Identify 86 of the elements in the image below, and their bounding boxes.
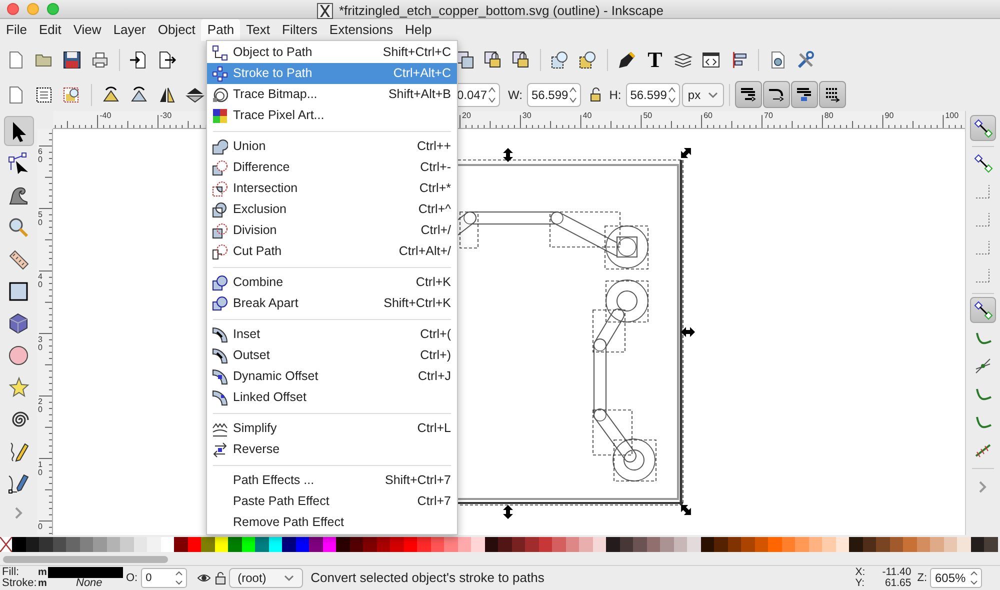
menu-item[interactable]: View: [67, 19, 108, 41]
fill-label: Fill:: [2, 567, 20, 578]
menu-item[interactable]: Linked Offset: [207, 387, 457, 408]
shortcut-text: Ctrl+-: [420, 159, 451, 176]
shortcut-text: Ctrl+L: [417, 420, 451, 438]
ruler-label: 50: [38, 210, 44, 226]
ruler-label: 40: [38, 273, 44, 289]
menu-item[interactable]: Outset Ctrl+): [207, 345, 457, 366]
menu-item[interactable]: Inset Ctrl+(: [207, 324, 457, 345]
menu-item[interactable]: Text: [240, 19, 276, 41]
menu-item[interactable]: Simplify Ctrl+L: [207, 418, 457, 439]
menu-item[interactable]: Difference Ctrl+-: [207, 157, 457, 178]
shortcut-text: Shift+Ctrl+C: [382, 44, 451, 62]
menu-item[interactable]: Path: [201, 19, 240, 41]
w-label: W:: [508, 86, 522, 104]
h-label: H:: [609, 86, 622, 104]
shortcut-text: Ctrl++: [416, 138, 451, 156]
ruler-label: 0: [38, 523, 44, 531]
ruler-label: 80: [824, 111, 834, 121]
ruler-label: 20: [462, 111, 471, 121]
ruler-label: 40: [582, 111, 592, 121]
shortcut-text: Ctrl+): [420, 347, 451, 364]
menu-item[interactable]: Paste Path Effect Ctrl+7: [207, 491, 457, 512]
shortcut-text: Ctrl+Alt+/: [398, 243, 451, 260]
shortcut-text: Ctrl+J: [418, 368, 451, 386]
shortcut-text: Ctrl+K: [416, 274, 451, 292]
shortcut-text: Ctrl+7: [417, 493, 451, 510]
shortcut-text: Ctrl+/: [420, 222, 451, 240]
menu-item[interactable]: Object to Path Shift+Ctrl+C: [207, 42, 457, 63]
shortcut-text: Ctrl+*: [419, 180, 451, 198]
menu-item[interactable]: Break Apart Shift+Ctrl+K: [207, 293, 457, 314]
status-message: Convert selected object's stroke to paths: [310, 569, 544, 588]
opacity-field[interactable]: 0: [140, 568, 187, 588]
ruler-label: 10: [38, 460, 44, 476]
fill-mark: m: [38, 567, 48, 578]
ruler-label: 70: [764, 111, 773, 121]
menu-item[interactable]: Cut Path Ctrl+Alt+/: [207, 241, 457, 262]
zoom-field[interactable]: 605%: [930, 568, 982, 588]
shortcut-text: Shift+Alt+B: [388, 86, 451, 104]
zoom-label: Z:: [917, 570, 927, 586]
menu-item[interactable]: Help: [399, 19, 438, 41]
menu-item[interactable]: File: [0, 19, 33, 41]
menu-item[interactable]: Remove Path Effect: [207, 512, 457, 533]
layer-dropdown[interactable]: (root): [228, 568, 303, 588]
ruler-label: 90: [884, 111, 894, 121]
ruler-label: 50: [643, 111, 652, 121]
y-coordinate: 61.65: [884, 578, 912, 589]
menu-item[interactable]: Extensions: [323, 19, 399, 41]
menu-item[interactable]: Dynamic Offset Ctrl+J: [207, 366, 457, 387]
width-field[interactable]: 56.599: [527, 82, 582, 106]
ruler-label: -30: [160, 111, 172, 121]
x-coordinate: -11.40: [881, 567, 912, 578]
menu-item[interactable]: Edit: [32, 19, 68, 41]
shortcut-text: Shift+Ctrl+7: [384, 472, 451, 490]
menu-item[interactable]: Division Ctrl+/: [207, 220, 457, 241]
menu-item[interactable]: Reverse: [207, 439, 457, 460]
ruler-label: 100: [945, 111, 959, 121]
menu-item[interactable]: Layer: [107, 19, 152, 41]
stroke-mark: m: [38, 578, 48, 589]
opacity-label: O:: [126, 570, 138, 586]
menu-item[interactable]: Path Effects ... Shift+Ctrl+7: [207, 470, 457, 491]
menu-item[interactable]: Intersection Ctrl+*: [207, 178, 457, 199]
menu-item[interactable]: Filters: [276, 19, 324, 41]
shortcut-text: Shift+Ctrl+K: [384, 295, 451, 312]
ruler-label: -40: [100, 111, 112, 121]
window-title: *fritzingled_etch_copper_bottom.svg (outline) - Inkscape: [339, 2, 664, 20]
ruler-label: 20: [38, 398, 44, 414]
menu-item[interactable]: Union Ctrl++: [207, 136, 457, 157]
ruler-label: 60: [38, 148, 44, 164]
ruler-label: 30: [522, 111, 532, 121]
menu-item[interactable]: Object: [152, 19, 202, 41]
menu-item[interactable]: Combine Ctrl+K: [207, 272, 457, 293]
x-label: X:: [855, 567, 866, 578]
unit-dropdown[interactable]: px: [682, 82, 724, 106]
text-tool-button[interactable]: T: [641, 46, 669, 74]
shortcut-text: Ctrl+Alt+C: [393, 65, 451, 82]
shortcut-text: Ctrl+^: [418, 201, 451, 218]
height-field[interactable]: 56.599: [626, 82, 680, 106]
ruler-label: 60: [704, 111, 712, 121]
stroke-value: None: [76, 578, 102, 589]
y-label: Y:: [855, 578, 866, 589]
menu-item[interactable]: Trace Pixel Art...: [207, 105, 457, 126]
shortcut-text: Ctrl+(: [420, 326, 451, 344]
stroke-label: Stroke:: [2, 578, 38, 589]
menu-item[interactable]: Exclusion Ctrl+^: [207, 199, 457, 220]
ruler-label: 30: [38, 336, 44, 352]
